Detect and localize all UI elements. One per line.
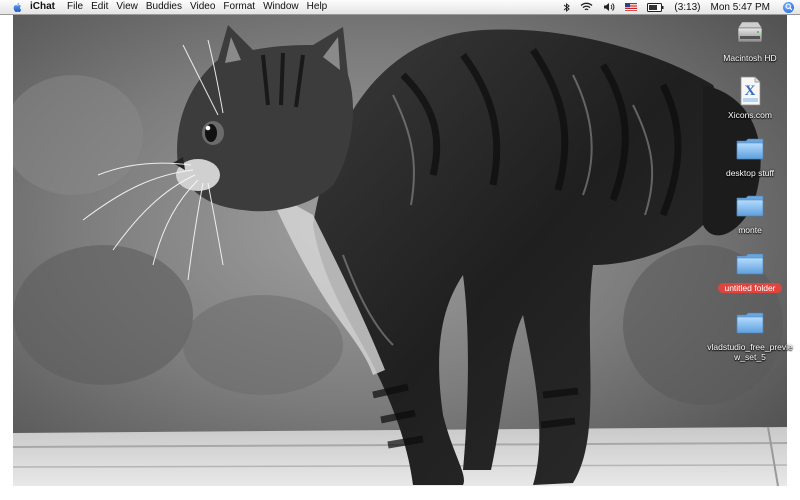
menu-view[interactable]: View (116, 0, 146, 14)
desktop-wallpaper-cat-photo (13, 15, 787, 486)
desktop-icon-monte[interactable]: monte (700, 190, 800, 235)
folder-icon (736, 312, 764, 334)
xicons-file-icon: X (740, 76, 761, 106)
icon-label-desktop-stuff: desktop stuff (725, 168, 775, 178)
apple-menu-icon[interactable] (12, 2, 22, 13)
icon-label-untitled-folder: untitled folder (718, 283, 782, 293)
menu-clock[interactable]: Mon 5:47 PM (711, 2, 770, 13)
volume-icon[interactable] (603, 2, 615, 12)
desktop-icon-vladstudio[interactable]: vladstudio_free_preview_set_5 (700, 307, 800, 362)
desktop-icon-desktop-stuff[interactable]: desktop stuff (700, 133, 800, 178)
menu-window[interactable]: Window (263, 0, 307, 14)
desktop-icon-macintosh-hd[interactable]: Macintosh HD (700, 18, 800, 63)
svg-text:X: X (745, 83, 756, 99)
folder-icon (736, 253, 764, 275)
folder-icon (736, 138, 764, 160)
menu-list: File Edit View Buddies Video Format Wind… (67, 0, 335, 14)
icon-label-vladstudio: vladstudio_free_preview_set_5 (707, 342, 793, 362)
menu-help[interactable]: Help (307, 0, 336, 14)
icon-label-macintosh-hd: Macintosh HD (723, 53, 777, 63)
menu-buddies[interactable]: Buddies (146, 0, 190, 14)
hard-drive-icon (737, 21, 763, 43)
menu-format[interactable]: Format (223, 0, 263, 14)
desktop-icon-xicons[interactable]: X Xicons.com (700, 75, 800, 120)
menu-app-ichat[interactable]: iChat (30, 0, 63, 14)
desktop[interactable]: Macintosh HD X Xicons.com desktop stuff (0, 15, 800, 500)
menu-edit[interactable]: Edit (91, 0, 116, 14)
desktop-icons: Macintosh HD X Xicons.com desktop stuff (700, 15, 800, 500)
icon-label-xicons: Xicons.com (728, 110, 772, 120)
spotlight-icon[interactable] (783, 1, 794, 13)
folder-icon (736, 195, 764, 217)
battery-icon[interactable] (647, 2, 664, 12)
menu-video[interactable]: Video (190, 0, 223, 14)
us-flag-icon[interactable] (625, 3, 638, 11)
wallpaper-border-left (0, 15, 13, 500)
battery-time: (3:13) (674, 1, 701, 13)
menu-file[interactable]: File (67, 0, 91, 14)
wifi-icon[interactable] (580, 2, 593, 12)
desktop-icon-untitled-folder[interactable]: untitled folder (700, 248, 800, 293)
icon-label-monte: monte (738, 225, 762, 235)
bluetooth-icon[interactable] (563, 2, 571, 13)
menu-bar: iChat File Edit View Buddies Video Forma… (0, 0, 800, 15)
status-menus: (3:13) Mon 5:47 PM (558, 0, 800, 14)
wallpaper-border-bottom (0, 486, 800, 500)
